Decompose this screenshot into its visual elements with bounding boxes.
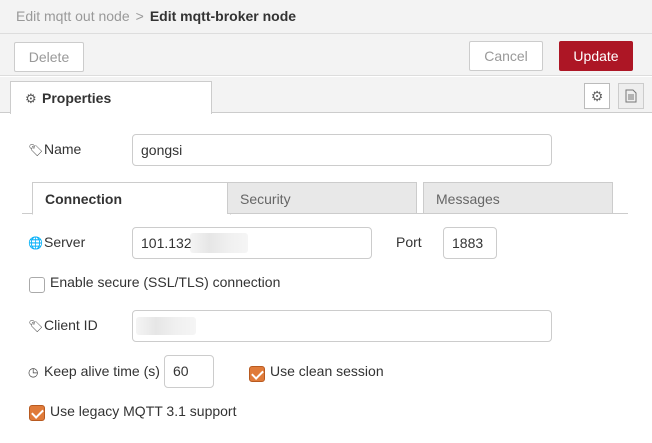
breadcrumb-parent[interactable]: Edit mqtt out node bbox=[16, 8, 130, 24]
description-button[interactable] bbox=[618, 83, 644, 109]
gear-icon: ⚙ bbox=[590, 88, 604, 104]
globe-icon: 🌐 bbox=[28, 236, 43, 250]
server-input[interactable]: 101.132 bbox=[132, 227, 372, 259]
tab-messages[interactable]: Messages bbox=[423, 182, 613, 214]
keepalive-label: ◷ Keep alive time (s) bbox=[28, 363, 160, 379]
name-label: 🏷Name bbox=[28, 141, 81, 157]
ssl-checkbox[interactable] bbox=[29, 277, 45, 293]
tab-properties-label: Properties bbox=[42, 90, 112, 106]
tag-icon: 🏷 bbox=[28, 143, 44, 157]
tab-connection[interactable]: Connection bbox=[32, 182, 231, 215]
dialog-toolbar: Delete Cancel Update bbox=[0, 34, 652, 76]
breadcrumb-current: Edit mqtt-broker node bbox=[149, 8, 297, 24]
update-button[interactable]: Update bbox=[559, 41, 633, 71]
clock-icon: ◷ bbox=[28, 365, 39, 379]
server-label: 🌐Server bbox=[28, 234, 85, 250]
dialog-header: Edit mqtt out node > Edit mqtt-broker node bbox=[0, 0, 652, 34]
clean-session-checkbox[interactable] bbox=[249, 366, 265, 382]
clientid-label: 🏷Client ID bbox=[28, 317, 98, 333]
legacy-mqtt-checkbox[interactable] bbox=[29, 405, 45, 421]
settings-button[interactable]: ⚙ bbox=[584, 83, 610, 109]
keepalive-input[interactable]: 60 bbox=[164, 355, 214, 388]
name-label-text: Name bbox=[44, 141, 82, 157]
clean-session-label: Use clean session bbox=[270, 363, 384, 379]
name-input[interactable]: gongsi bbox=[132, 134, 552, 166]
connection-tabs: Connection Security Messages bbox=[22, 182, 628, 215]
gear-icon: ⚙ bbox=[25, 91, 37, 106]
clientid-label-text: Client ID bbox=[44, 317, 98, 333]
tab-properties[interactable]: ⚙ Properties bbox=[10, 81, 212, 114]
server-value: 101.132 bbox=[141, 235, 192, 251]
keepalive-label-text: Keep alive time (s) bbox=[44, 363, 160, 379]
ssl-label: Enable secure (SSL/TLS) connection bbox=[50, 274, 281, 290]
port-label: Port bbox=[396, 234, 422, 250]
redaction-blur bbox=[190, 233, 248, 253]
breadcrumb: Edit mqtt out node > Edit mqtt-broker node bbox=[16, 8, 296, 24]
delete-button[interactable]: Delete bbox=[14, 42, 84, 72]
tab-bar: ⚙ Properties ⚙ bbox=[0, 77, 652, 114]
port-input[interactable]: 1883 bbox=[443, 227, 497, 259]
tab-security[interactable]: Security bbox=[227, 182, 417, 214]
legacy-mqtt-label: Use legacy MQTT 3.1 support bbox=[50, 403, 237, 419]
breadcrumb-separator: > bbox=[135, 8, 144, 24]
server-label-text: Server bbox=[44, 234, 86, 250]
document-icon bbox=[625, 89, 637, 103]
redaction-blur bbox=[136, 317, 196, 335]
tag-icon: 🏷 bbox=[28, 319, 44, 333]
cancel-button[interactable]: Cancel bbox=[469, 41, 543, 71]
